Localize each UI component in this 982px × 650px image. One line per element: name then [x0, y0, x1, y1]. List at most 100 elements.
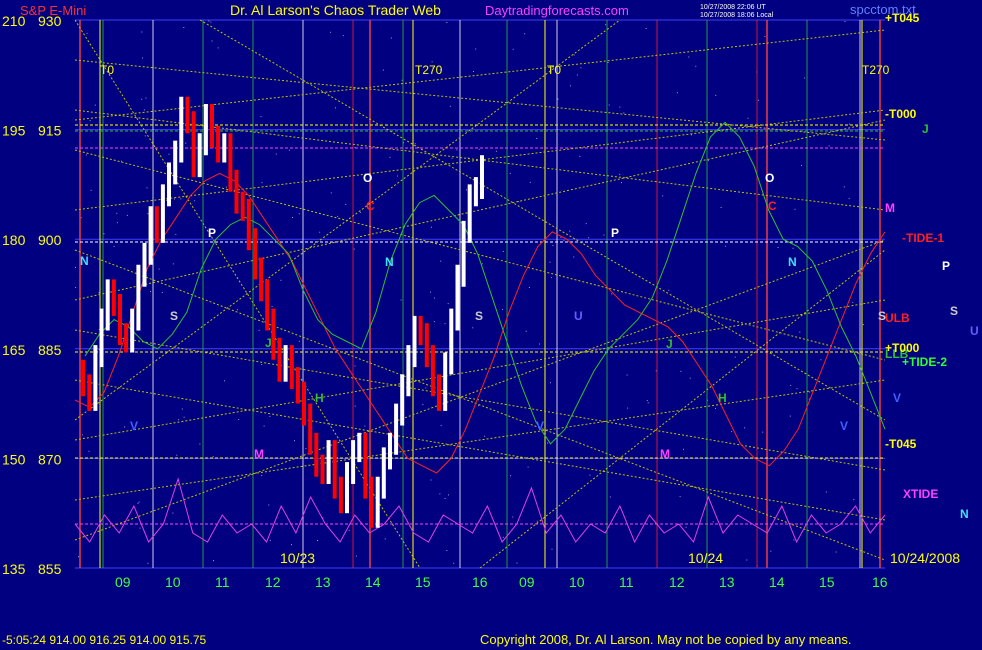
header-site[interactable]: Daytradingforecasts.com [485, 3, 629, 18]
star-dot [690, 134, 692, 136]
right-level-label: XTIDE [903, 487, 938, 501]
star-dot [647, 402, 649, 404]
star-dot [472, 327, 474, 329]
date-label: 10/24 [688, 550, 723, 566]
star-dot [762, 431, 764, 433]
star-dot [552, 245, 554, 247]
star-dot [456, 149, 458, 151]
star-dot [547, 442, 549, 444]
star-dot [400, 299, 402, 301]
star-dot [173, 198, 175, 200]
right-level-label: S [950, 304, 958, 318]
star-dot [431, 226, 432, 228]
star-dot [478, 405, 480, 407]
star-dot [550, 382, 551, 384]
star-dot [384, 538, 386, 540]
star-dot [280, 279, 282, 281]
y-left-label: 135 [2, 561, 26, 577]
star-dot [275, 153, 277, 155]
x-hour-label: 15 [819, 574, 835, 590]
star-dot [734, 356, 736, 358]
chart-background [0, 0, 982, 650]
star-dot [342, 35, 344, 37]
star-dot [764, 35, 766, 37]
date-label: 10/24/2008 [890, 550, 960, 566]
star-dot [862, 324, 864, 326]
star-dot [355, 555, 357, 557]
planet-label: H [718, 391, 727, 405]
star-dot [626, 374, 628, 376]
right-level-label: +T000 [885, 341, 920, 355]
star-dot [646, 400, 648, 401]
star-dot [89, 120, 91, 122]
star-dot [662, 195, 664, 197]
right-level-label: V [893, 391, 901, 405]
star-dot [799, 331, 801, 333]
star-dot [225, 186, 227, 188]
star-dot [440, 260, 442, 262]
star-dot [183, 27, 185, 28]
star-dot [502, 308, 504, 310]
time-marker-label: T270 [415, 63, 443, 77]
star-dot [430, 479, 432, 481]
star-dot [414, 143, 416, 145]
star-dot [605, 24, 607, 26]
header-timestamp-local: 10/27/2008 18:06 Local [700, 12, 774, 19]
y-right-label: 915 [38, 123, 62, 139]
star-dot [645, 28, 647, 29]
star-dot [137, 502, 139, 504]
x-hour-label: 13 [315, 574, 331, 590]
planet-label: V [536, 419, 544, 433]
star-dot [825, 491, 827, 493]
star-dot [707, 160, 709, 161]
star-dot [382, 69, 384, 71]
x-hour-label: 14 [365, 574, 381, 590]
star-dot [359, 211, 361, 213]
star-dot [124, 426, 126, 428]
header-symbol: S&P E-Mini [20, 3, 86, 18]
star-dot [744, 427, 746, 429]
right-level-label: N [960, 507, 969, 521]
star-dot [589, 474, 591, 476]
planet-label: H [315, 391, 324, 405]
star-dot [809, 391, 811, 393]
star-dot [579, 155, 581, 157]
star-dot [685, 526, 687, 528]
date-label: 10/23 [280, 550, 315, 566]
star-dot [294, 440, 295, 442]
star-dot [121, 160, 122, 162]
right-level-label: M [885, 201, 895, 215]
right-level-label: ULB [885, 311, 910, 325]
star-dot [208, 20, 210, 22]
star-dot [183, 416, 185, 418]
star-dot [516, 562, 518, 564]
star-dot [746, 559, 748, 561]
star-dot [86, 32, 88, 34]
star-dot [446, 22, 448, 23]
star-dot [212, 456, 214, 458]
star-dot [607, 62, 609, 63]
star-dot [354, 365, 356, 367]
star-dot [260, 116, 262, 118]
star-dot [619, 106, 621, 108]
star-dot [688, 56, 690, 58]
star-dot [298, 213, 300, 215]
x-hour-label: 09 [519, 574, 535, 590]
planet-label: S [878, 309, 886, 323]
x-hour-label: 11 [619, 574, 634, 590]
star-dot [569, 85, 571, 87]
footer-copyright: Copyright 2008, Dr. Al Larson. May not b… [480, 632, 851, 647]
star-dot [291, 544, 292, 546]
star-dot [747, 117, 749, 119]
star-dot [853, 499, 855, 501]
star-dot [364, 425, 366, 427]
star-dot [98, 292, 100, 294]
x-hour-label: 16 [872, 574, 888, 590]
star-dot [793, 539, 795, 541]
star-dot [844, 21, 846, 22]
planet-label: N [80, 254, 89, 268]
star-dot [676, 92, 678, 94]
star-dot [75, 287, 77, 288]
star-dot [512, 48, 514, 50]
star-dot [353, 248, 355, 250]
